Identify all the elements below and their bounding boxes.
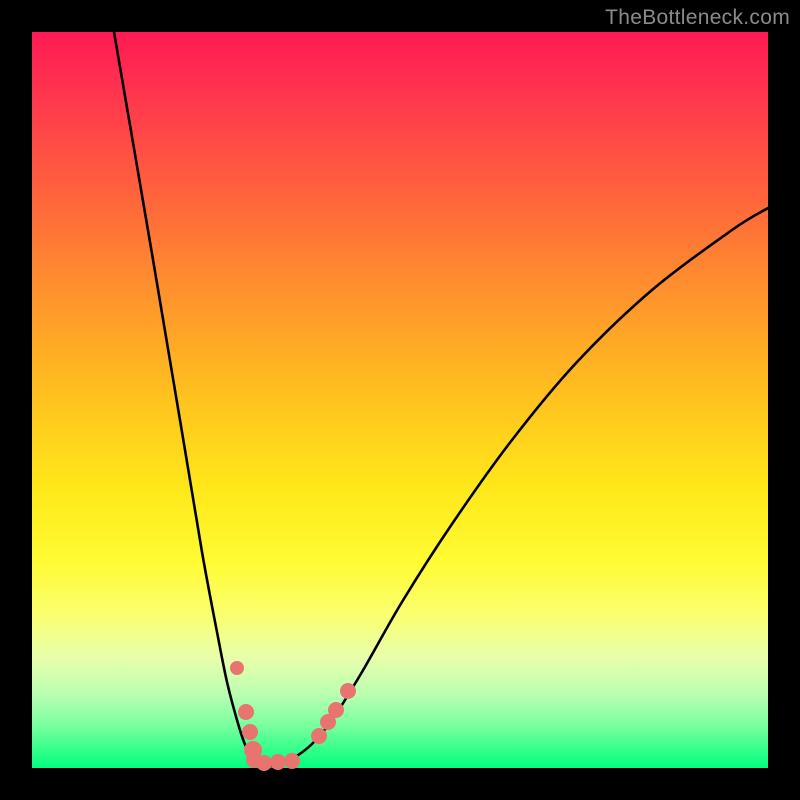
- watermark-text: TheBottleneck.com: [605, 6, 790, 30]
- fit-point-markers: [230, 661, 356, 771]
- fit-point: [311, 728, 327, 744]
- fit-point: [238, 704, 254, 720]
- fit-point: [256, 755, 272, 771]
- fit-point: [242, 724, 258, 740]
- fit-point: [284, 753, 300, 769]
- fit-point: [328, 702, 344, 718]
- curve-svg: [32, 32, 768, 768]
- fit-point: [340, 683, 356, 699]
- plot-area: [32, 32, 768, 768]
- fit-point: [230, 661, 244, 675]
- chart-frame: TheBottleneck.com: [0, 0, 800, 800]
- left-branch-curve: [114, 32, 263, 767]
- right-branch-curve: [263, 208, 768, 767]
- fit-point: [270, 754, 286, 770]
